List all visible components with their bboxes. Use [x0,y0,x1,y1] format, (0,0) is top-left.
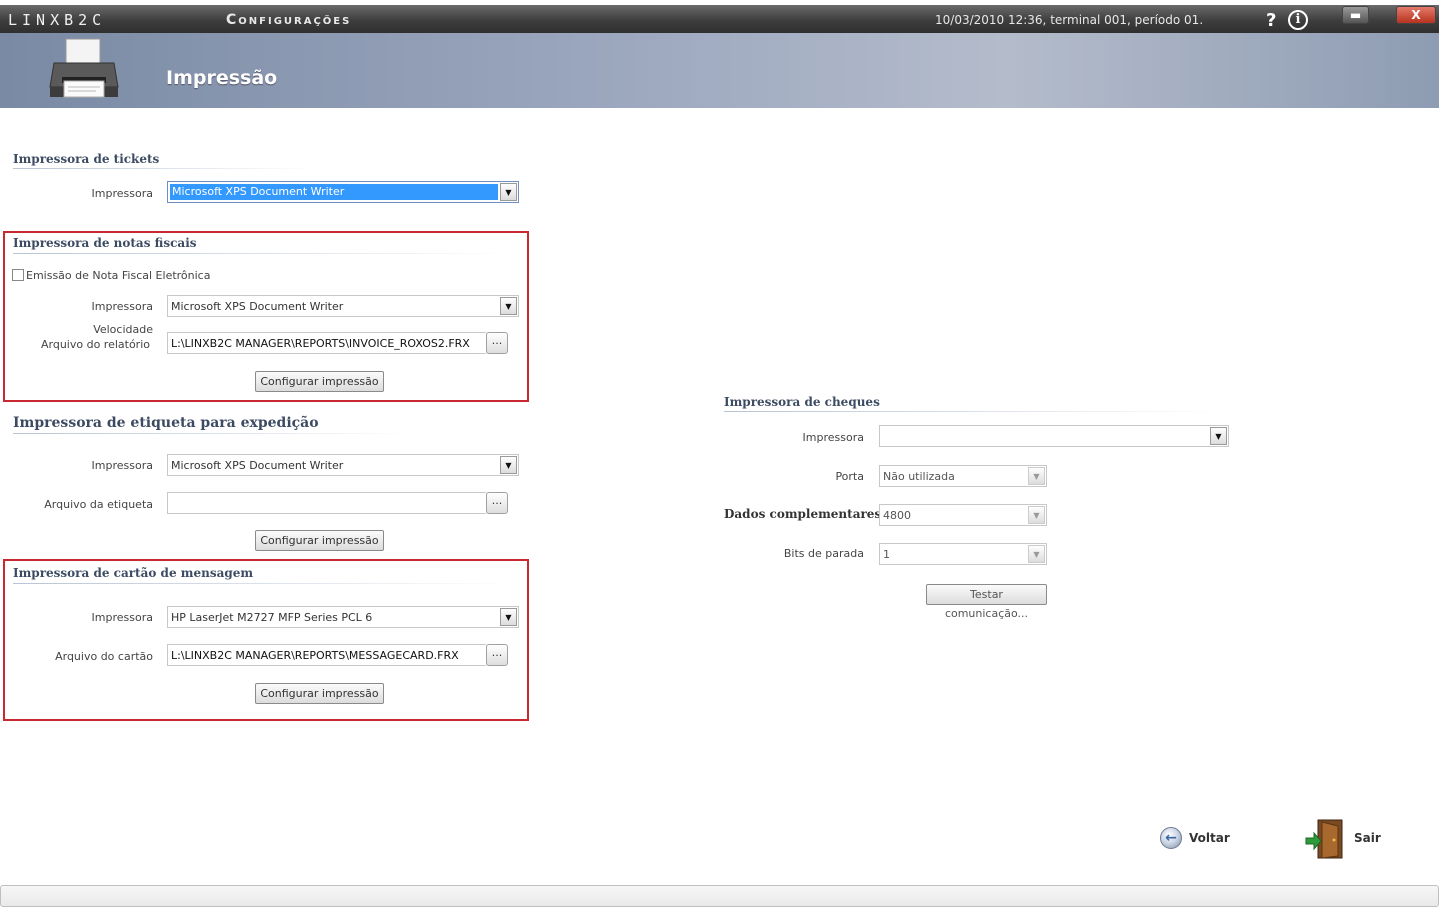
cheques-stopbits-select[interactable]: 1 ▼ [879,543,1047,565]
help-icon[interactable]: ? [1266,10,1276,31]
section-title: Configurações [226,12,352,28]
shipping-label-file-label: Arquivo da etiqueta [44,498,153,511]
tickets-printer-select[interactable]: Microsoft XPS Document Writer ▼ [167,181,519,203]
cheques-extra-value: 4800 [883,509,911,522]
info-icon[interactable]: i [1288,10,1308,30]
cheques-printer-select[interactable]: ▼ [879,425,1229,447]
cheques-test-button[interactable]: Testar comunicação... [926,584,1047,620]
exit-button[interactable]: Sair [1354,831,1381,845]
cheques-extra-select[interactable]: 4800 ▼ [879,504,1047,526]
message-card-printer-label: Impressora [91,611,153,624]
tickets-printer-label: Impressora [91,187,153,200]
chevron-down-icon[interactable]: ▼ [500,456,517,474]
message-card-legend-line [13,583,513,584]
session-status: 10/03/2010 12:36, terminal 001, período … [935,13,1204,27]
message-card-printer-select[interactable]: HP LaserJet M2727 MFP Series PCL 6 ▼ [167,606,519,628]
message-card-file-label: Arquivo do cartão [55,650,153,663]
chevron-down-icon[interactable]: ▼ [500,297,517,315]
shipping-config-button[interactable]: Configurar impressão [255,530,384,551]
message-card-file-field[interactable]: L:\LINXB2C MANAGER\REPORTS\MESSAGECARD.F… [167,644,486,666]
message-card-browse-button[interactable]: ... [486,644,508,666]
cheques-port-value: Não utilizada [883,470,955,483]
title-bar: LINXB2C Configurações 10/03/2010 12:36, … [0,5,1439,33]
fiscal-printer-value: Microsoft XPS Document Writer [171,300,344,313]
tickets-printer-value: Microsoft XPS Document Writer [170,184,498,200]
printer-icon [49,38,119,98]
cheques-port-select[interactable]: Não utilizada ▼ [879,465,1047,487]
chevron-down-icon[interactable]: ▼ [1028,506,1045,524]
chevron-down-icon[interactable]: ▼ [500,183,517,201]
fiscal-legend-line [13,253,513,254]
message-card-config-button[interactable]: Configurar impressão [255,683,384,704]
fiscal-report-label: Arquivo do relatório [40,338,150,351]
exit-door-icon[interactable] [1304,818,1346,860]
shipping-label-browse-button[interactable]: ... [486,492,508,514]
shipping-printer-label: Impressora [91,459,153,472]
cheques-legend-line [724,411,1224,412]
message-card-printer-value: HP LaserJet M2727 MFP Series PCL 6 [171,611,373,624]
cheques-extra-label: Dados complementares [724,507,882,521]
shipping-legend: Impressora de etiqueta para expedição [13,415,319,431]
shipping-label-file-field[interactable] [167,492,486,514]
page-header: Impressão [0,33,1439,108]
close-button[interactable]: X [1396,6,1436,24]
app-logo: LINXB2C [8,11,107,29]
cheques-printer-label: Impressora [802,431,864,444]
shipping-legend-line [13,433,413,434]
back-button[interactable]: Voltar [1189,831,1230,845]
minimize-button[interactable]: ▬ [1342,6,1369,24]
tickets-legend: Impressora de tickets [13,152,160,166]
fiscal-legend: Impressora de notas fiscais [13,236,197,250]
back-arrow-icon[interactable]: ← [1160,827,1182,849]
chevron-down-icon[interactable]: ▼ [1210,427,1227,445]
fiscal-report-field[interactable]: L:\LINXB2C MANAGER\REPORTS\INVOICE_ROXOS… [167,332,486,354]
chevron-down-icon[interactable]: ▼ [1028,545,1045,563]
shipping-printer-value: Microsoft XPS Document Writer [171,459,344,472]
shipping-printer-select[interactable]: Microsoft XPS Document Writer ▼ [167,454,519,476]
fiscal-speed-label: Velocidade [93,323,153,336]
fiscal-printer-select[interactable]: Microsoft XPS Document Writer ▼ [167,295,519,317]
message-card-legend: Impressora de cartão de mensagem [13,566,254,580]
nfe-checkbox[interactable] [12,269,24,281]
fiscal-config-button[interactable]: Configurar impressão [255,371,384,392]
cheques-stopbits-value: 1 [883,548,890,561]
nfe-checkbox-label: Emissão de Nota Fiscal Eletrônica [26,269,211,282]
status-bar [0,885,1439,907]
cheques-port-label: Porta [835,470,864,483]
cheques-stopbits-label: Bits de parada [783,547,864,560]
fiscal-report-browse-button[interactable]: ... [486,332,508,354]
chevron-down-icon[interactable]: ▼ [1028,467,1045,485]
cheques-legend: Impressora de cheques [724,395,880,409]
fiscal-printer-label: Impressora [91,300,153,313]
tickets-legend-line [13,168,313,169]
page-title: Impressão [166,67,278,89]
chevron-down-icon[interactable]: ▼ [500,608,517,626]
